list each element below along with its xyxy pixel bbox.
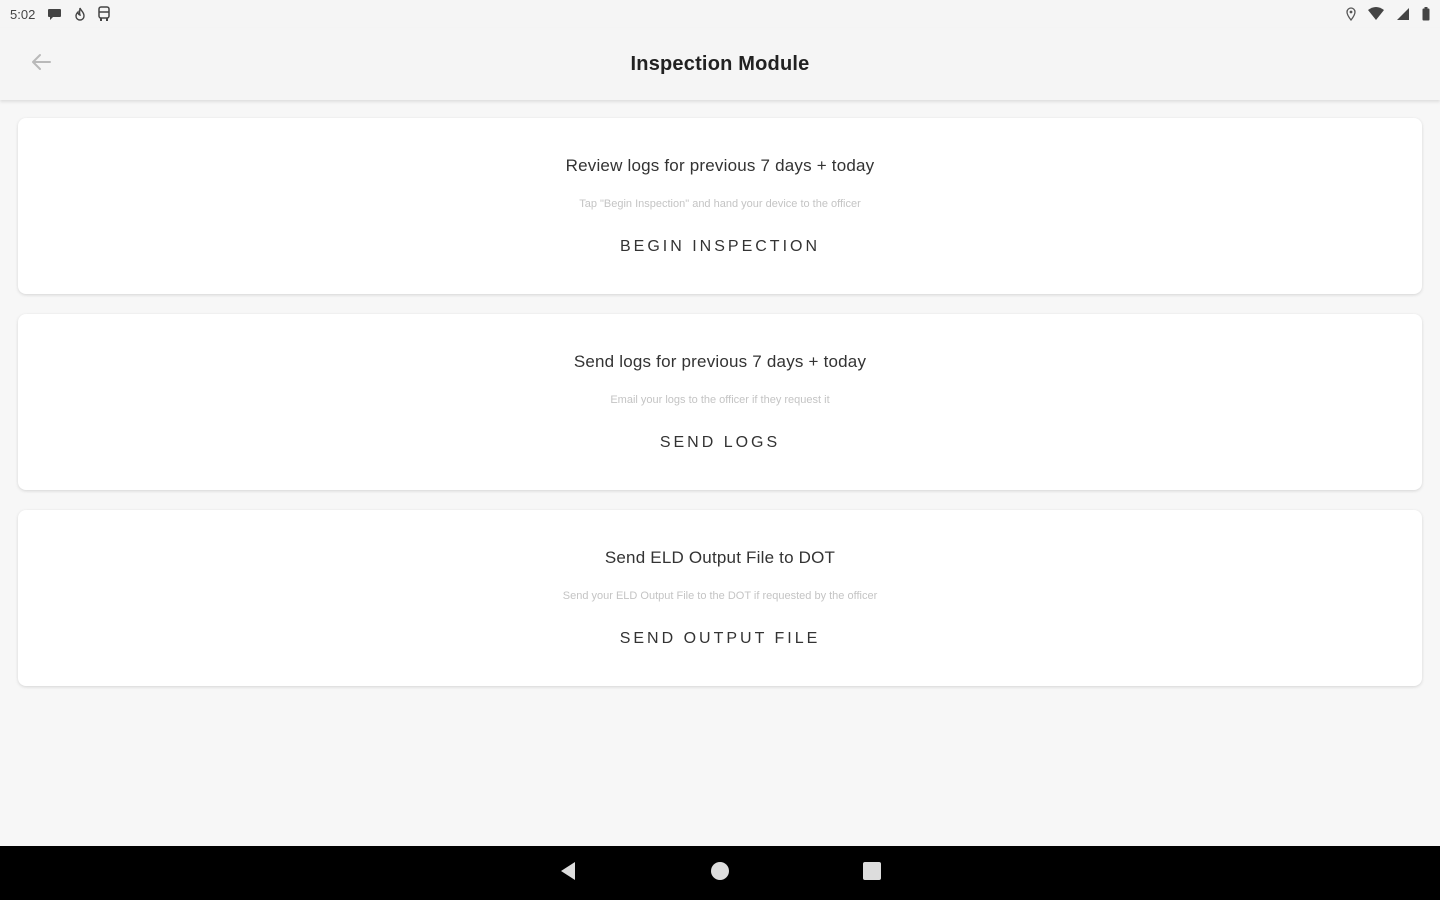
nav-home-button[interactable]: [700, 853, 740, 893]
nav-back-button[interactable]: [548, 853, 588, 893]
card-subtitle: Tap "Begin Inspection" and hand your dev…: [579, 198, 861, 210]
signal-icon: [1396, 7, 1410, 21]
app-bar: Inspection Module: [0, 28, 1440, 100]
back-button[interactable]: [22, 50, 60, 78]
send-output-file-button[interactable]: SEND OUTPUT FILE: [614, 628, 827, 650]
review-logs-card: Review logs for previous 7 days + today …: [18, 118, 1422, 294]
system-nav-bar: [0, 846, 1440, 900]
location-icon: [1346, 7, 1356, 21]
card-title: Send logs for previous 7 days + today: [573, 352, 867, 371]
status-right: [1346, 7, 1430, 21]
card-subtitle: Send your ELD Output File to the DOT if …: [562, 590, 878, 602]
begin-inspection-button[interactable]: BEGIN INSPECTION: [614, 236, 826, 258]
home-circle-icon: [710, 861, 730, 886]
wifi-icon: [1368, 7, 1384, 21]
card-subtitle: Email your logs to the officer if they r…: [610, 394, 830, 406]
nav-recents-button[interactable]: [852, 853, 892, 893]
send-logs-button[interactable]: SEND LOGS: [654, 432, 786, 454]
inspection-options: Review logs for previous 7 days + today …: [18, 118, 1422, 706]
status-time: 5:02: [10, 6, 36, 22]
back-triangle-icon: [559, 861, 577, 886]
chat-icon: [47, 7, 63, 21]
send-output-file-card: Send ELD Output File to DOT Send your EL…: [18, 510, 1422, 686]
bus-icon: [97, 6, 111, 22]
recents-square-icon: [863, 861, 881, 885]
arrow-left-icon: [31, 53, 51, 76]
send-logs-card: Send logs for previous 7 days + today Em…: [18, 314, 1422, 490]
flame-icon: [75, 7, 86, 21]
card-title: Send ELD Output File to DOT: [604, 548, 836, 567]
status-bar: 5:02: [0, 0, 1440, 28]
battery-icon: [1422, 7, 1430, 21]
status-left: 5:02: [10, 6, 111, 22]
page-title: Inspection Module: [630, 52, 810, 75]
card-title: Review logs for previous 7 days + today: [565, 156, 875, 175]
